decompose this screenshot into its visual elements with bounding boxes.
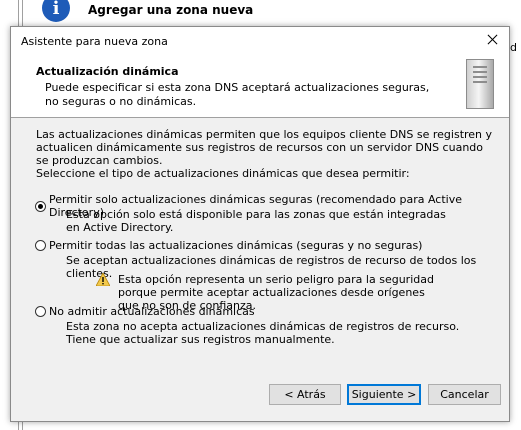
warning-icon — [96, 273, 110, 286]
new-zone-wizard-dialog: Asistente para nueva zona Actualización … — [10, 26, 510, 422]
back-button[interactable]: < Atrás — [269, 384, 341, 405]
radio-no-updates[interactable] — [35, 306, 46, 317]
close-icon[interactable] — [483, 30, 503, 50]
option-description: Esta opción solo está disponible para la… — [66, 208, 446, 234]
radio-secure-only[interactable] — [35, 200, 46, 212]
wizard-page-title: Actualización dinámica — [36, 65, 179, 78]
radio-all-updates[interactable] — [35, 240, 46, 251]
wizard-page-subtitle: Puede especificar si esta zona DNS acept… — [45, 81, 430, 108]
option-description: Esta zona no acepta actualizaciones diná… — [66, 320, 460, 346]
background-text-fragment: d — [510, 41, 517, 54]
option-label[interactable]: No admitir actualizaciones dinámicas — [49, 305, 255, 318]
option-no-updates[interactable]: No admitir actualizaciones dinámicas — [35, 305, 255, 318]
intro-text: Las actualizaciones dinámicas permiten q… — [36, 128, 493, 167]
option-all-updates[interactable]: Permitir todas las actualizaciones dinám… — [35, 239, 422, 252]
option-label[interactable]: Permitir todas las actualizaciones dinám… — [49, 239, 422, 252]
cancel-button[interactable]: Cancelar — [428, 384, 501, 405]
next-button[interactable]: Siguiente > — [347, 384, 421, 405]
dialog-title: Asistente para nueva zona — [21, 35, 168, 48]
background-heading: Agregar una zona nueva — [88, 3, 254, 17]
wizard-header: Actualización dinámica Puede especificar… — [11, 55, 509, 118]
background-window-header — [0, 0, 521, 22]
server-icon — [466, 59, 494, 109]
selection-prompt: Seleccione el tipo de actualizaciones di… — [36, 167, 410, 180]
dialog-titlebar[interactable]: Asistente para nueva zona — [11, 27, 509, 55]
